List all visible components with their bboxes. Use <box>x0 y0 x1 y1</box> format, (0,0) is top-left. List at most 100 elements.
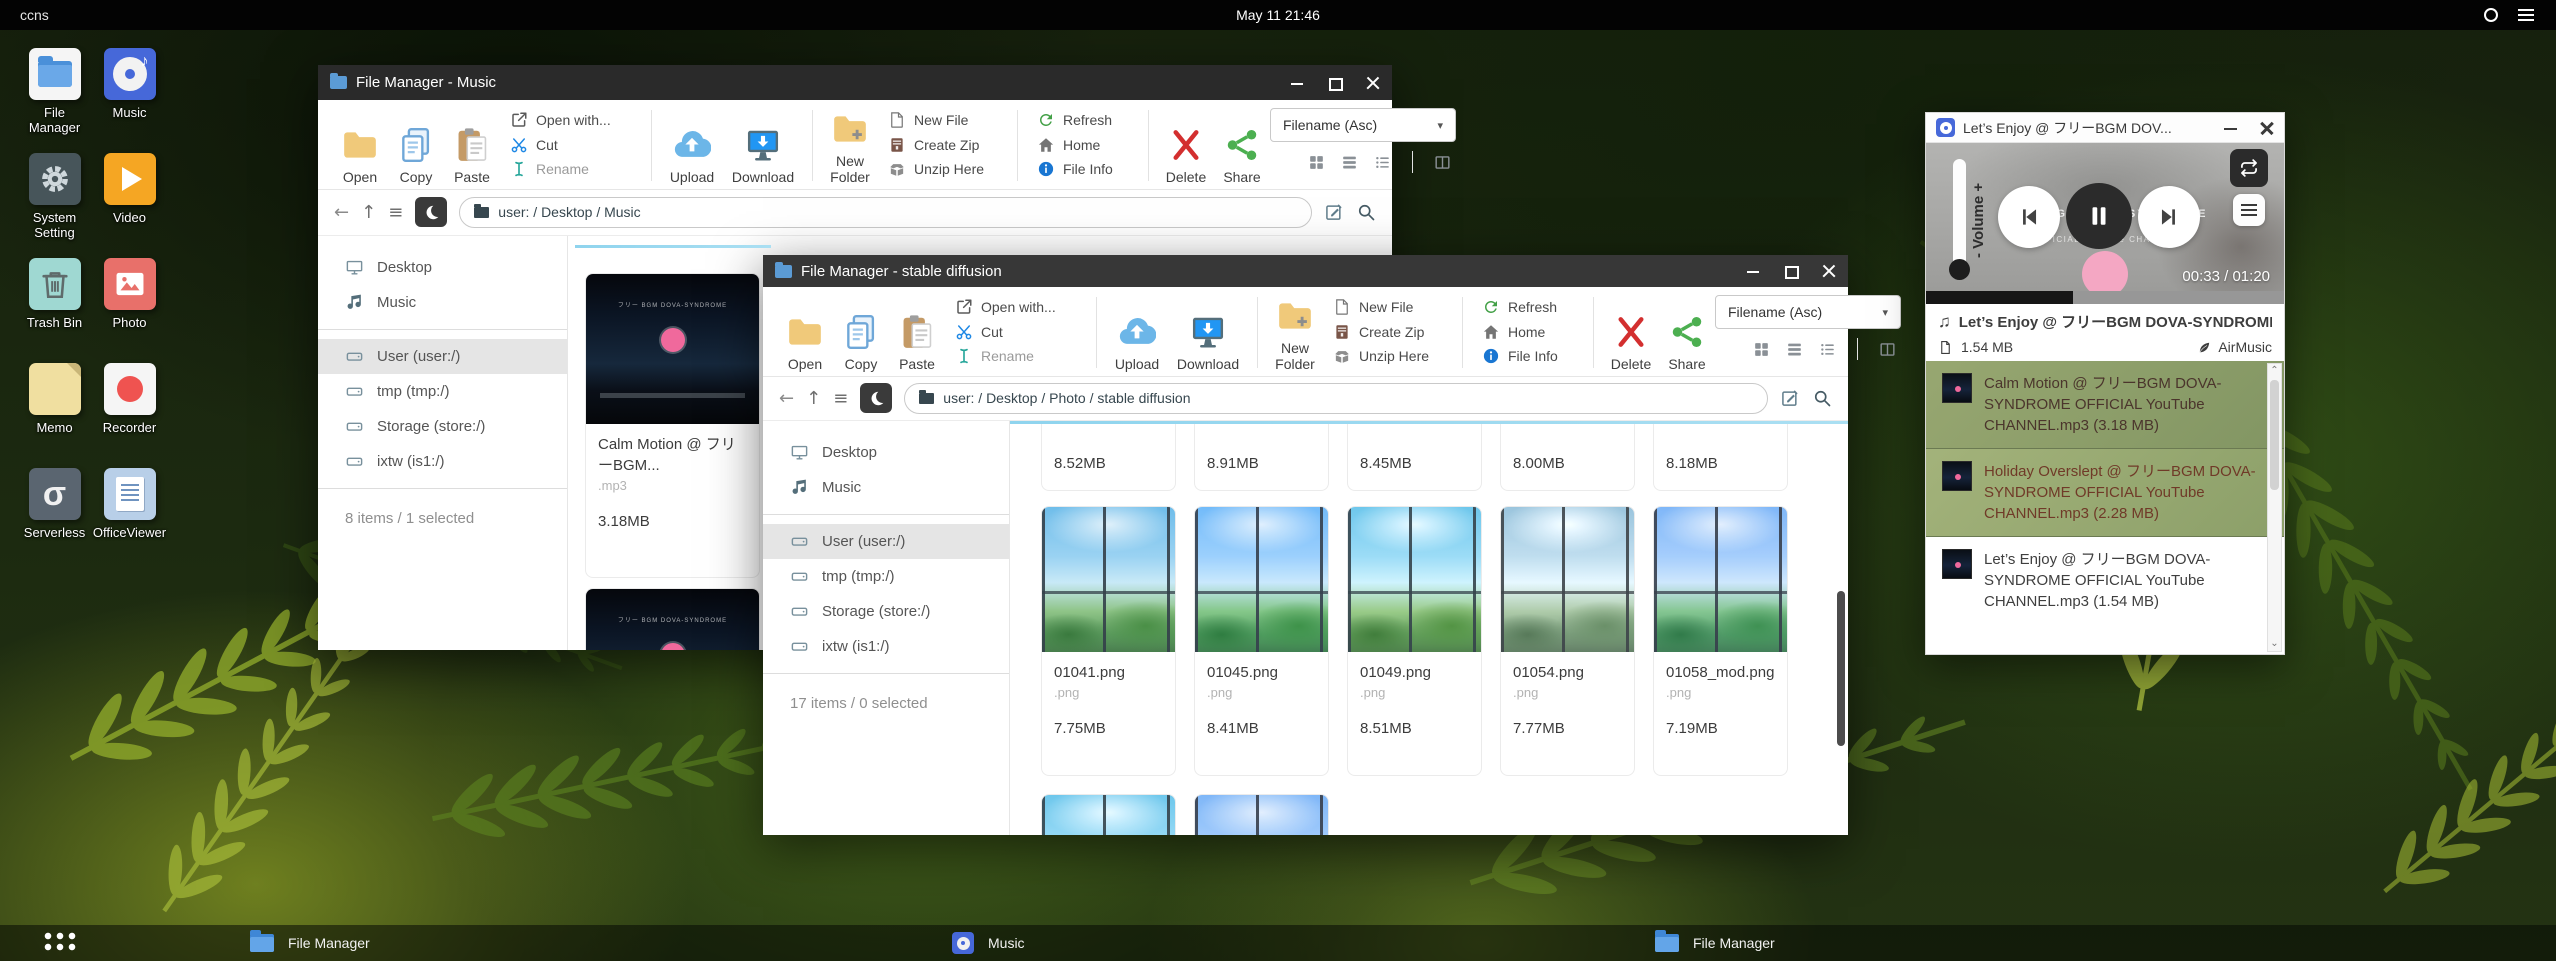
view-columns-button[interactable] <box>1878 340 1897 359</box>
app-launcher-grid-icon[interactable] <box>44 932 78 954</box>
upload-button[interactable]: Upload <box>661 106 723 185</box>
file-info-button[interactable]: File Info <box>1037 157 1133 181</box>
desktop-icon-photo[interactable]: Photo <box>92 258 167 330</box>
cut-button[interactable]: Cut <box>510 133 636 157</box>
download-button[interactable]: Download <box>723 106 803 185</box>
edit-path-button[interactable] <box>1324 202 1344 222</box>
file-card-partial[interactable] <box>1194 794 1329 835</box>
file-area[interactable]: 8.52MB 8.91MB 8.45MB 8.00MB 8.18MB 01041… <box>1010 421 1848 835</box>
search-button[interactable] <box>1812 388 1832 408</box>
edit-path-button[interactable] <box>1780 388 1800 408</box>
playlist-item-calm-motion[interactable]: Calm Motion @ フリーBGM DOVA-SYNDROME OFFIC… <box>1926 361 2284 449</box>
maximize-button[interactable] <box>1328 76 1342 90</box>
sidebar-item-user-drive[interactable]: User (user:/) <box>318 339 567 374</box>
create-zip-button[interactable]: Create Zip <box>1333 320 1447 344</box>
sidebar-item-tmp-drive[interactable]: tmp (tmp:/) <box>763 559 1009 594</box>
desktop-icon-trash-bin[interactable]: Trash Bin <box>17 258 92 330</box>
sidebar-item-music[interactable]: Music <box>763 470 1009 505</box>
titlebar[interactable]: Let’s Enjoy @ フリーBGM DOV... <box>1926 113 2284 143</box>
scrollbar-thumb[interactable] <box>2270 380 2279 490</box>
volume-knob[interactable] <box>1949 259 1970 280</box>
sidebar-item-ixtw-drive[interactable]: ixtw (is1:/) <box>318 444 567 479</box>
search-button[interactable] <box>1356 202 1376 222</box>
desktop-icon-video[interactable]: Video <box>92 153 167 225</box>
titlebar[interactable]: File Manager - stable diffusion <box>763 255 1848 287</box>
new-file-button[interactable]: New File <box>1333 295 1447 319</box>
desktop-icon-serverless[interactable]: σ Serverless <box>17 468 92 540</box>
sort-dropdown[interactable]: Filename (Asc)▾ <box>1270 108 1456 142</box>
rename-button[interactable]: Rename <box>510 157 636 181</box>
file-card-partial[interactable]: 8.00MB <box>1500 421 1635 491</box>
scroll-down-icon[interactable]: ⌄ <box>2270 639 2278 649</box>
sidebar-item-desktop[interactable]: Desktop <box>318 250 567 285</box>
new-file-button[interactable]: New File <box>888 108 1002 132</box>
home-button[interactable]: Home <box>1482 320 1578 344</box>
open-with-button[interactable]: Open with... <box>955 295 1081 319</box>
maximize-button[interactable] <box>1784 264 1798 278</box>
back-button[interactable]: ← <box>334 202 349 223</box>
titlebar[interactable]: File Manager - Music <box>318 65 1392 100</box>
download-button[interactable]: Download <box>1168 293 1248 372</box>
create-zip-button[interactable]: Create Zip <box>888 133 1002 157</box>
open-button[interactable]: Open <box>777 293 833 372</box>
dark-mode-button[interactable] <box>415 197 447 227</box>
view-grid-button[interactable] <box>1307 153 1326 172</box>
close-button[interactable] <box>1366 76 1380 90</box>
close-button[interactable] <box>1822 264 1836 278</box>
open-with-button[interactable]: Open with... <box>510 108 636 132</box>
new-folder-button[interactable]: New Folder <box>822 106 878 185</box>
status-ring-icon[interactable] <box>2484 8 2498 22</box>
file-card-01041[interactable]: 01041.png .png 7.75MB <box>1041 506 1176 776</box>
sidebar-item-ixtw-drive[interactable]: ixtw (is1:/) <box>763 629 1009 664</box>
playlist-item-lets-enjoy[interactable]: Let’s Enjoy @ フリーBGM DOVA-SYNDROME OFFIC… <box>1926 537 2284 624</box>
progress-bar[interactable] <box>1926 291 2284 304</box>
file-card-01054[interactable]: 01054.png .png 7.77MB <box>1500 506 1635 776</box>
minimize-button[interactable] <box>2224 120 2238 136</box>
playlist-menu-button[interactable] <box>2233 194 2265 226</box>
playlist-scrollbar[interactable]: ⌃ ⌄ <box>2267 363 2282 652</box>
taskbar-item-music[interactable]: Music <box>952 925 1025 961</box>
up-button[interactable]: ↑ <box>806 388 821 409</box>
desktop-icon-system-setting[interactable]: System Setting <box>17 153 92 240</box>
view-detail-button[interactable] <box>1373 153 1392 172</box>
refresh-button[interactable]: Refresh <box>1482 295 1578 319</box>
view-detail-button[interactable] <box>1818 340 1837 359</box>
file-card-partial[interactable]: 8.18MB <box>1653 421 1788 491</box>
new-folder-button[interactable]: New Folder <box>1267 293 1323 372</box>
sidebar-item-desktop[interactable]: Desktop <box>763 435 1009 470</box>
previous-track-button[interactable] <box>1998 186 2060 248</box>
cut-button[interactable]: Cut <box>955 320 1081 344</box>
sidebar-item-music[interactable]: Music <box>318 285 567 320</box>
file-info-button[interactable]: File Info <box>1482 344 1578 368</box>
repeat-button[interactable] <box>2230 149 2268 187</box>
file-card-partial[interactable]: 8.45MB <box>1347 421 1482 491</box>
taskbar-item-file-manager-2[interactable]: File Manager <box>1655 925 1775 961</box>
file-card-calm-motion[interactable]: フリー BGM DOVA-SYNDROME Calm Motion @ フリーB… <box>585 273 760 578</box>
sidebar-item-storage-drive[interactable]: Storage (store:/) <box>763 594 1009 629</box>
home-button[interactable]: Home <box>1037 133 1133 157</box>
desktop-icon-music[interactable]: Music <box>92 48 167 120</box>
file-card-partial[interactable]: 8.52MB <box>1041 421 1176 491</box>
paste-button[interactable]: Paste <box>444 106 500 185</box>
dark-mode-button[interactable] <box>860 383 892 413</box>
up-button[interactable]: ↑ <box>361 202 376 223</box>
view-columns-button[interactable] <box>1433 153 1452 172</box>
unzip-here-button[interactable]: Unzip Here <box>888 157 1002 181</box>
sidebar-item-tmp-drive[interactable]: tmp (tmp:/) <box>318 374 567 409</box>
menu-button[interactable]: ≡ <box>388 202 403 223</box>
minimize-button[interactable] <box>1290 76 1304 90</box>
view-list-button[interactable] <box>1340 153 1359 172</box>
close-button[interactable] <box>2260 120 2274 136</box>
sidebar-item-storage-drive[interactable]: Storage (store:/) <box>318 409 567 444</box>
taskbar-item-file-manager-1[interactable]: File Manager <box>250 925 370 961</box>
file-card[interactable]: フリー BGM DOVA-SYNDROME <box>585 588 760 650</box>
upload-button[interactable]: Upload <box>1106 293 1168 372</box>
copy-button[interactable]: Copy <box>388 106 444 185</box>
file-card-01045[interactable]: 01045.png .png 8.41MB <box>1194 506 1329 776</box>
desktop-icon-recorder[interactable]: Recorder <box>92 363 167 435</box>
sidebar-item-user-drive[interactable]: User (user:/) <box>763 524 1009 559</box>
open-button[interactable]: Open <box>332 106 388 185</box>
sort-dropdown[interactable]: Filename (Asc)▾ <box>1715 295 1901 329</box>
paste-button[interactable]: Paste <box>889 293 945 372</box>
share-button[interactable]: Share <box>1659 293 1715 372</box>
